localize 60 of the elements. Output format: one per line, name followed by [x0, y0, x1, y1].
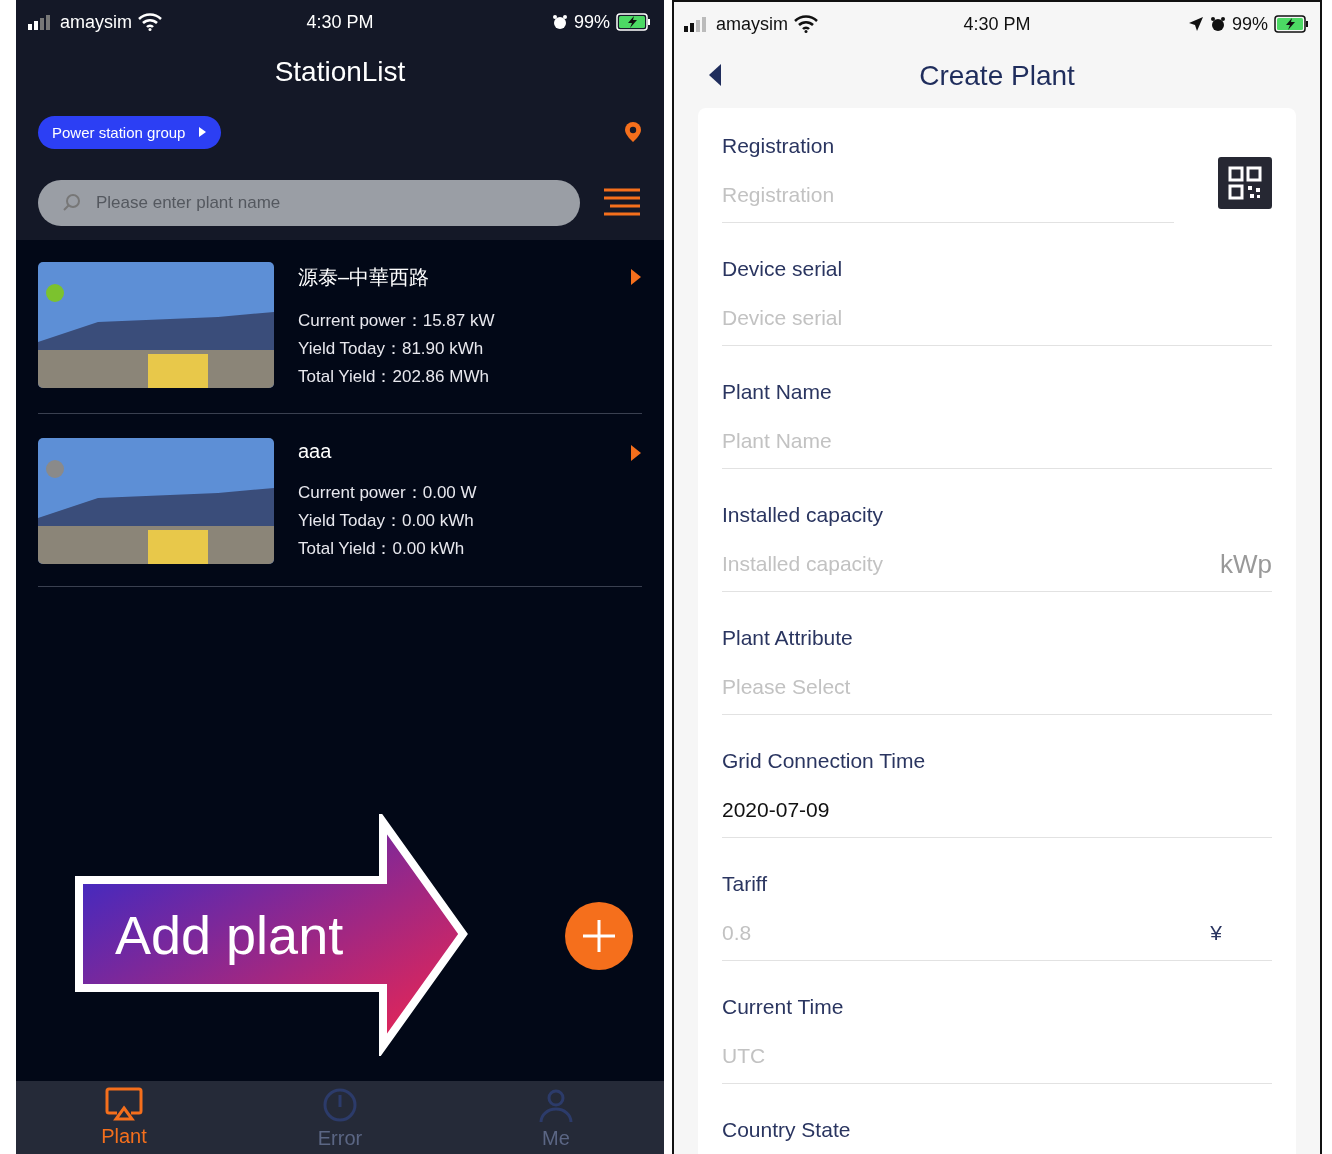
field-label: Device serial [722, 256, 844, 282]
station-metric: Yield Today：0.00 kWh [298, 510, 475, 532]
station-metric: Yield Today：81.90 kWh [298, 338, 485, 360]
station-metric: Total Yield：202.86 MWh [298, 366, 490, 388]
field-label: Plant Name [722, 379, 833, 405]
station-metric: Current power：15.87 kW [298, 310, 496, 332]
input-field[interactable]: Device serial [722, 306, 1272, 330]
battery-icon [1274, 15, 1310, 33]
screen-icon [105, 1087, 143, 1121]
station-metric: Total Yield：0.00 kWh [298, 538, 466, 560]
input-field[interactable]: Please Select [722, 675, 1272, 699]
back-icon[interactable] [708, 63, 722, 87]
field-label: Country State [722, 1117, 852, 1143]
qr-scan-button[interactable] [1218, 156, 1272, 209]
search-input[interactable]: Please enter plant name [94, 192, 556, 214]
field-label: Current Time [722, 994, 845, 1020]
battery-percent: 99% [574, 11, 610, 33]
field-label: Grid Connection Time [722, 748, 927, 774]
station-name[interactable]: 源泰–中華西路 [298, 264, 606, 291]
field-label: Plant Attribute [722, 625, 854, 651]
station-metric: Current power：0.00 W [298, 482, 478, 504]
callout-label: Add plant [115, 904, 344, 966]
status-time: 4:30 PM [306, 11, 374, 33]
wifi-icon [794, 15, 818, 33]
caret-right-icon[interactable] [630, 444, 642, 462]
clock-icon [322, 1087, 358, 1123]
location-arrow-icon [1188, 16, 1204, 32]
carrier-name: amaysim [60, 11, 132, 33]
filter-icon[interactable] [602, 188, 642, 218]
tab[interactable]: Plant [16, 1081, 232, 1154]
alarm-icon [552, 14, 568, 30]
screen-title: StationList [273, 55, 407, 89]
carrier-name: amaysim [716, 13, 788, 35]
qr-code-icon [1228, 165, 1262, 200]
input-field[interactable]: 2020-07-09 [722, 798, 1272, 822]
input-field[interactable]: UTC [722, 1044, 1272, 1068]
search-field[interactable]: Please enter plant name [38, 180, 580, 226]
battery-icon [616, 13, 652, 31]
input-field[interactable]: Plant Name [722, 429, 1272, 453]
input-field[interactable]: Registration [722, 183, 1174, 207]
field-label: Installed capacity [722, 502, 885, 528]
plus-icon [581, 918, 617, 954]
location-pin-icon[interactable] [624, 121, 642, 143]
station-name[interactable]: aaa [298, 440, 606, 463]
power-station-group-button[interactable]: Power station group [38, 115, 222, 149]
unit-label: kWp [1220, 548, 1272, 580]
status-time: 4:30 PM [963, 13, 1031, 35]
unit-label: ¥ [1210, 921, 1222, 945]
input-field[interactable]: 0.8 [722, 921, 1211, 945]
wifi-icon [138, 13, 162, 31]
field-label: Registration [722, 133, 836, 159]
battery-percent: 99% [1232, 13, 1268, 35]
field-label: Tariff [722, 871, 769, 897]
search-icon [62, 193, 82, 213]
input-field[interactable]: Installed capacity [722, 552, 1220, 576]
alarm-icon [1210, 16, 1226, 32]
caret-right-icon [197, 126, 208, 138]
person-icon [538, 1087, 574, 1123]
caret-right-icon[interactable] [630, 268, 642, 286]
screen-title: Create Plant [919, 60, 1075, 92]
